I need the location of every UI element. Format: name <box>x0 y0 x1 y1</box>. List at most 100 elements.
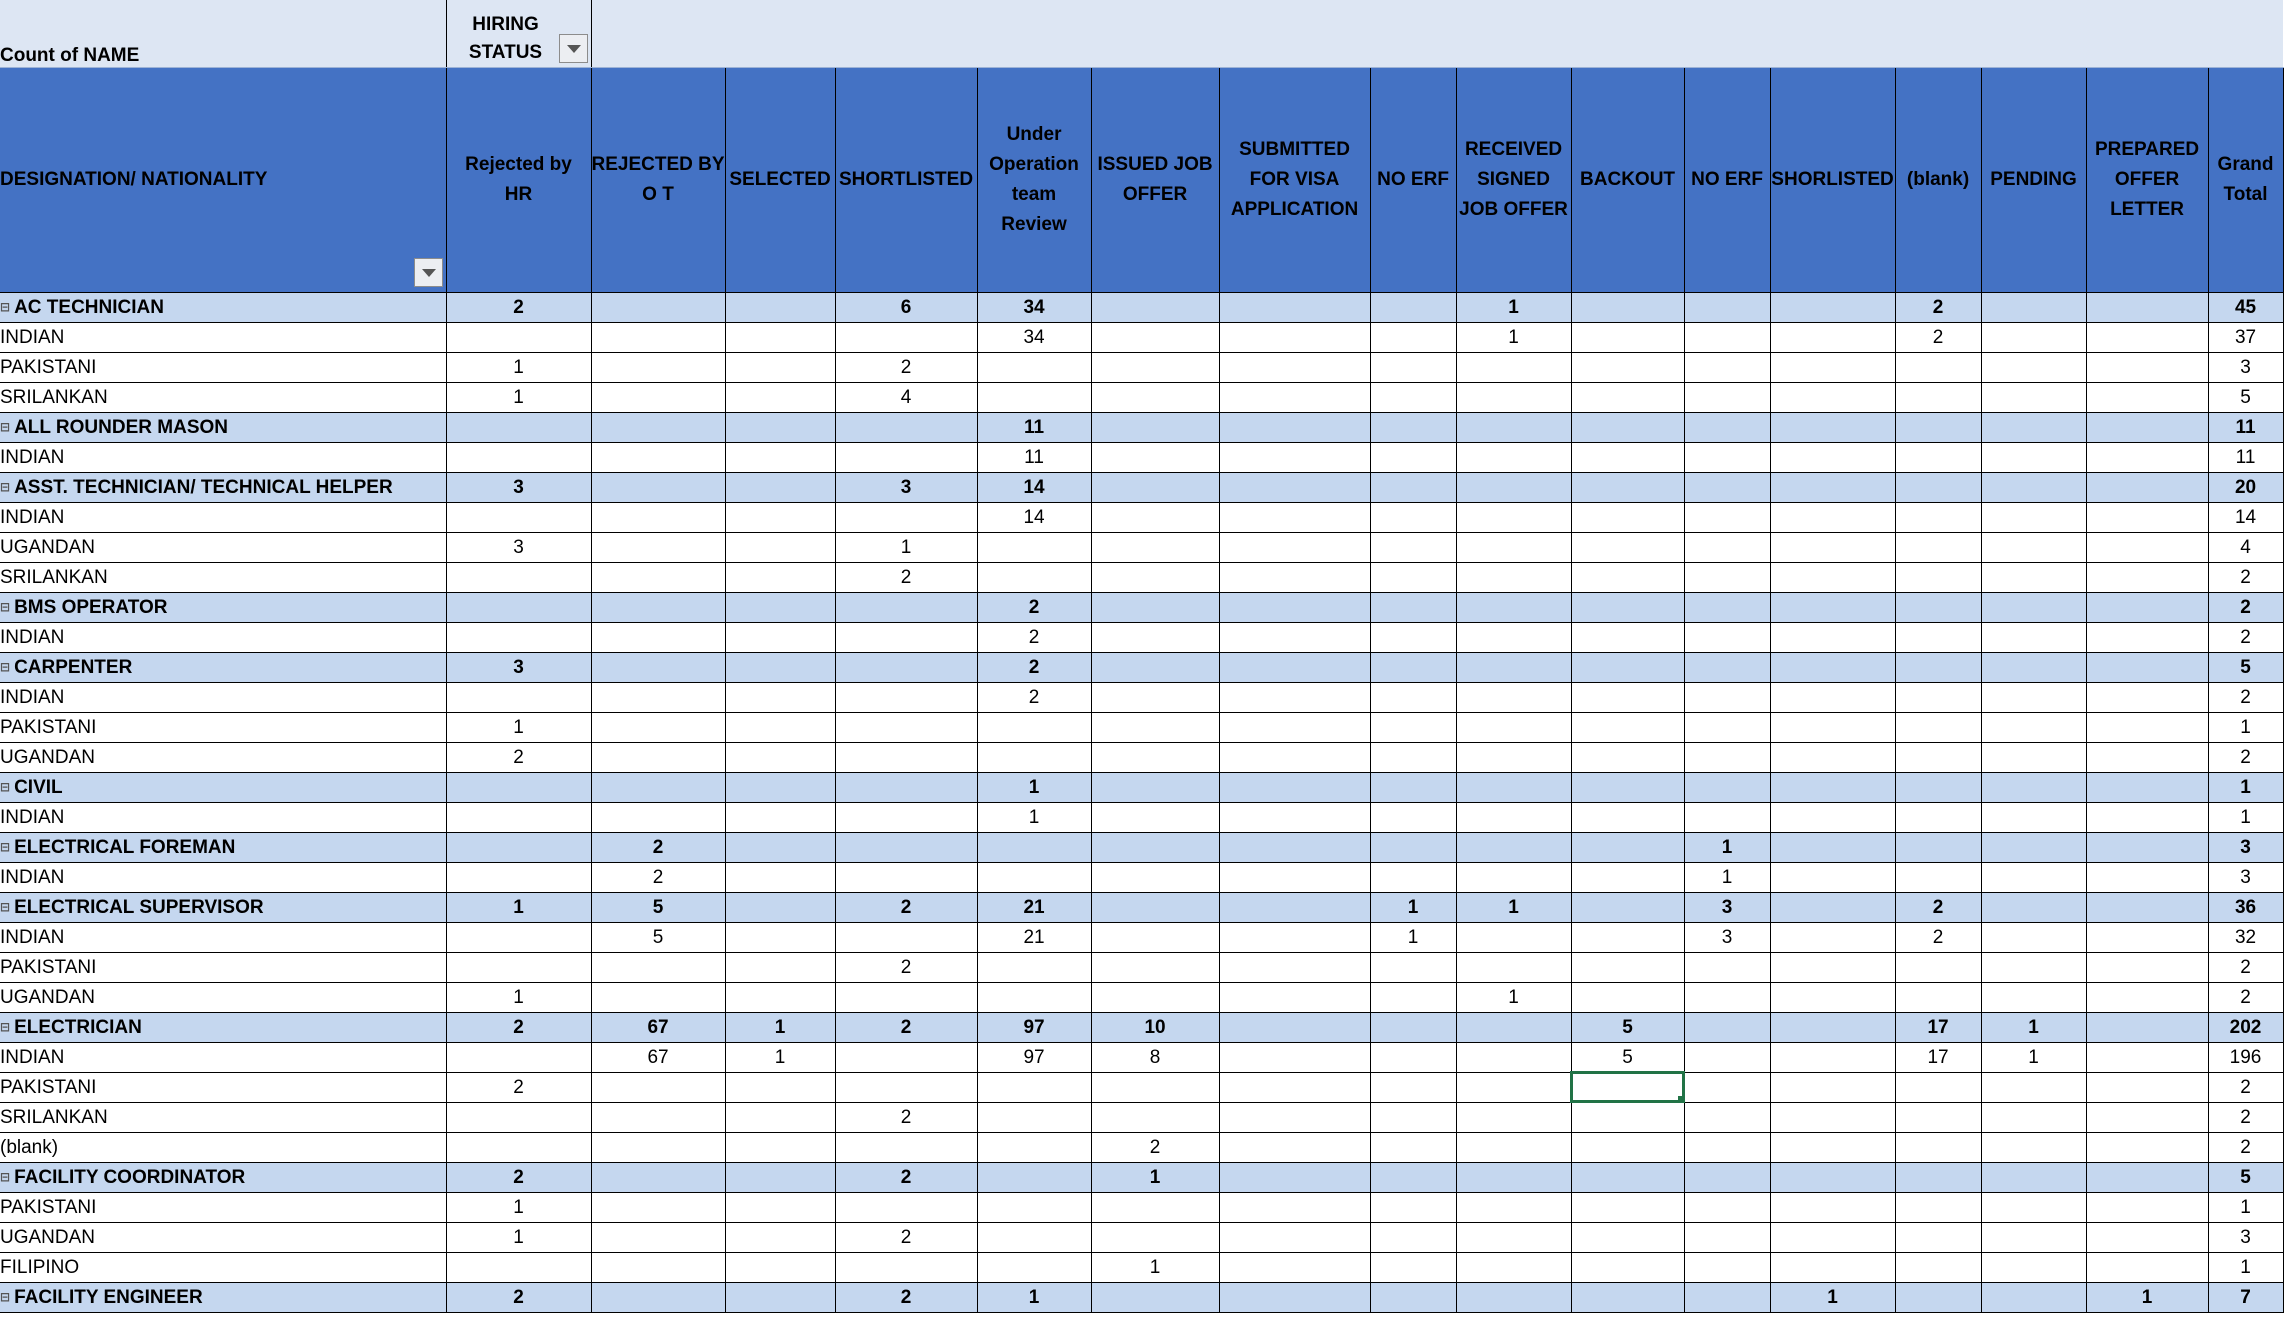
value-cell[interactable] <box>1456 712 1572 743</box>
value-cell[interactable]: 14 <box>977 502 1092 533</box>
value-cell[interactable] <box>2086 1132 2209 1163</box>
value-cell[interactable]: 6 <box>835 292 978 323</box>
value-cell[interactable] <box>725 922 836 953</box>
value-cell[interactable] <box>1219 982 1371 1013</box>
collapse-toggle-icon[interactable]: ⊟ <box>0 473 10 502</box>
grand-total-cell[interactable]: 37 <box>2208 322 2284 353</box>
value-cell[interactable]: 2 <box>835 892 978 923</box>
value-cell[interactable]: 2 <box>1895 292 1982 323</box>
value-cell[interactable]: 2 <box>1091 1132 1220 1163</box>
value-cell[interactable] <box>1219 772 1371 803</box>
value-cell[interactable] <box>1571 1222 1685 1253</box>
value-cell[interactable] <box>1219 1012 1371 1043</box>
row-label-designation[interactable]: ⊟ ELECTRICAL FOREMAN <box>0 832 447 863</box>
grand-total-cell[interactable]: 1 <box>2208 1252 2284 1283</box>
grand-total-cell[interactable]: 36 <box>2208 892 2284 923</box>
value-cell[interactable] <box>1770 1042 1896 1073</box>
value-cell[interactable] <box>977 742 1092 773</box>
value-cell[interactable] <box>1219 1132 1371 1163</box>
value-cell[interactable] <box>1219 292 1371 323</box>
value-cell[interactable]: 17 <box>1895 1012 1982 1043</box>
value-cell[interactable] <box>591 442 726 473</box>
value-cell[interactable]: 2 <box>835 1102 978 1133</box>
grand-total-cell[interactable]: 7 <box>2208 1282 2284 1313</box>
value-cell[interactable]: 10 <box>1091 1012 1220 1043</box>
column-header-13[interactable]: PENDING <box>1981 67 2087 293</box>
value-cell[interactable] <box>1091 922 1220 953</box>
value-cell[interactable] <box>1456 1282 1572 1313</box>
value-cell[interactable] <box>1571 1282 1685 1313</box>
value-cell[interactable] <box>1219 592 1371 623</box>
value-cell[interactable] <box>1571 772 1685 803</box>
row-label-nationality[interactable]: UGANDAN <box>0 982 447 1013</box>
row-label-nationality[interactable]: UGANDAN <box>0 1222 447 1253</box>
value-cell[interactable] <box>1456 1192 1572 1223</box>
value-cell[interactable] <box>1684 1192 1771 1223</box>
value-cell[interactable] <box>2086 652 2209 683</box>
value-cell[interactable] <box>1770 862 1896 893</box>
value-cell[interactable]: 2 <box>1895 922 1982 953</box>
value-cell[interactable] <box>977 382 1092 413</box>
value-cell[interactable] <box>835 802 978 833</box>
value-cell[interactable]: 17 <box>1895 1042 1982 1073</box>
value-cell[interactable]: 1 <box>2086 1282 2209 1313</box>
value-cell[interactable] <box>725 1102 836 1133</box>
value-cell[interactable] <box>2086 742 2209 773</box>
value-cell[interactable] <box>591 622 726 653</box>
value-cell[interactable] <box>2086 1012 2209 1043</box>
value-cell[interactable]: 8 <box>1091 1042 1220 1073</box>
row-label-designation[interactable]: ⊟ CIVIL <box>0 772 447 803</box>
value-cell[interactable] <box>1370 1132 1457 1163</box>
value-cell[interactable] <box>725 322 836 353</box>
value-cell[interactable] <box>1219 832 1371 863</box>
grand-total-cell[interactable]: 1 <box>2208 1192 2284 1223</box>
grand-total-cell[interactable]: 2 <box>2208 622 2284 653</box>
value-cell[interactable] <box>2086 712 2209 743</box>
value-cell[interactable]: 21 <box>977 892 1092 923</box>
grand-total-cell[interactable]: 3 <box>2208 1222 2284 1253</box>
value-cell[interactable] <box>835 1042 978 1073</box>
value-cell[interactable] <box>1219 892 1371 923</box>
value-cell[interactable] <box>835 442 978 473</box>
value-cell[interactable] <box>1981 502 2087 533</box>
value-cell[interactable] <box>1219 472 1371 503</box>
value-cell[interactable] <box>1981 1222 2087 1253</box>
value-cell[interactable]: 2 <box>835 1282 978 1313</box>
value-cell[interactable] <box>1981 922 2087 953</box>
value-cell[interactable] <box>1091 682 1220 713</box>
value-cell[interactable] <box>1770 682 1896 713</box>
row-label-designation[interactable]: ⊟ FACILITY COORDINATOR <box>0 1162 447 1193</box>
value-cell[interactable]: 21 <box>977 922 1092 953</box>
value-cell[interactable] <box>446 802 592 833</box>
value-cell[interactable] <box>1684 292 1771 323</box>
value-cell[interactable]: 2 <box>835 1222 978 1253</box>
value-cell[interactable] <box>1219 622 1371 653</box>
value-cell[interactable] <box>1091 952 1220 983</box>
value-cell[interactable] <box>977 1192 1092 1223</box>
value-cell[interactable] <box>2086 592 2209 623</box>
value-cell[interactable]: 1 <box>977 1282 1092 1313</box>
value-cell[interactable] <box>1456 1162 1572 1193</box>
value-cell[interactable] <box>725 862 836 893</box>
row-label-designation[interactable]: ⊟ CARPENTER <box>0 652 447 683</box>
value-cell[interactable] <box>1684 682 1771 713</box>
value-cell[interactable] <box>1571 622 1685 653</box>
value-cell[interactable]: 2 <box>446 742 592 773</box>
value-cell[interactable] <box>1091 562 1220 593</box>
value-cell[interactable] <box>1370 952 1457 983</box>
value-cell[interactable] <box>1219 502 1371 533</box>
value-cell[interactable] <box>725 952 836 983</box>
value-cell[interactable] <box>1370 772 1457 803</box>
value-cell[interactable] <box>1770 802 1896 833</box>
grand-total-cell[interactable]: 3 <box>2208 862 2284 893</box>
value-cell[interactable] <box>1571 1192 1685 1223</box>
value-cell[interactable] <box>1456 832 1572 863</box>
count-of-name-label[interactable]: Count of NAME <box>0 0 447 68</box>
value-cell[interactable] <box>725 1222 836 1253</box>
value-cell[interactable] <box>977 1222 1092 1253</box>
value-cell[interactable] <box>591 532 726 563</box>
value-cell[interactable] <box>1981 472 2087 503</box>
value-cell[interactable] <box>1091 862 1220 893</box>
value-cell[interactable] <box>2086 1222 2209 1253</box>
row-label-nationality[interactable]: INDIAN <box>0 502 447 533</box>
